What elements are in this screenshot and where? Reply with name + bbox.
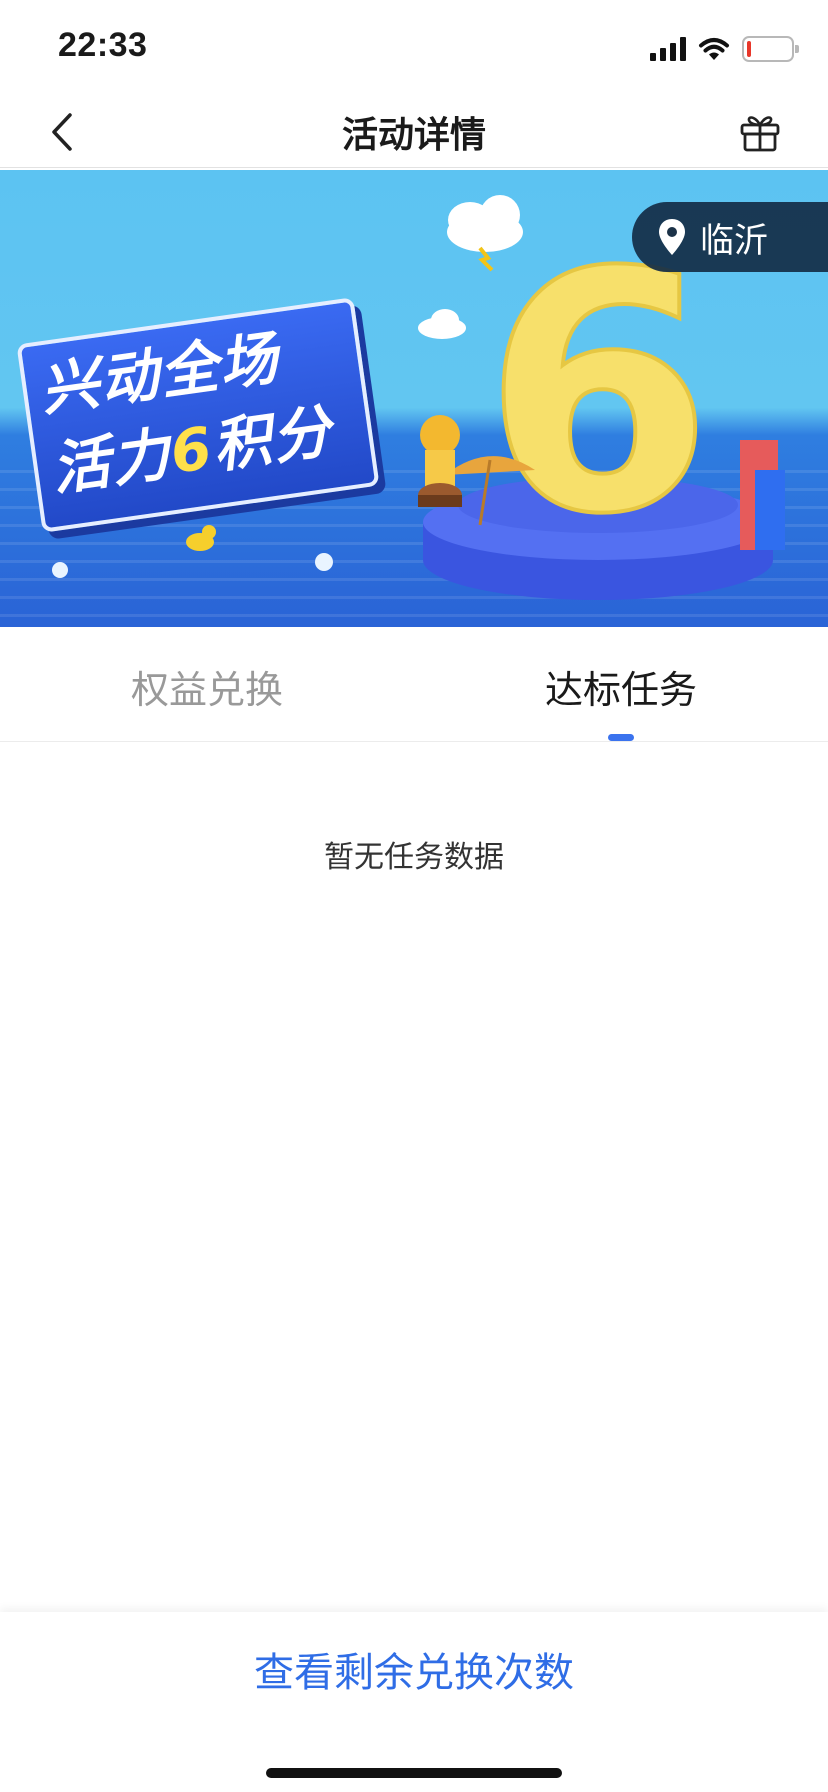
tab-benefits-exchange[interactable]: 权益兑换	[0, 659, 414, 714]
status-time: 22:33	[58, 26, 148, 64]
battery-icon	[742, 36, 799, 62]
cloud-icon	[418, 309, 466, 339]
location-name: 临沂	[700, 220, 768, 261]
empty-state-text: 暂无任务数据	[324, 840, 504, 875]
page-title: 活动详情	[341, 115, 486, 156]
cellular-signal-icon	[650, 37, 686, 61]
status-bar: 22:33	[0, 0, 828, 96]
view-remaining-exchanges-button[interactable]: 查看剩余兑换次数	[0, 1640, 828, 1698]
nav-bar: 活动详情	[0, 96, 828, 168]
home-indicator[interactable]	[266, 1768, 562, 1778]
battery-level	[747, 41, 752, 57]
bottom-bar: 查看剩余兑换次数	[0, 1612, 828, 1792]
location-button[interactable]: 临沂	[632, 202, 828, 272]
gift-icon	[740, 116, 780, 152]
map-pin-icon	[659, 219, 685, 255]
wifi-icon	[699, 38, 729, 60]
active-tab-indicator	[608, 734, 634, 741]
tab-bar: 权益兑换 达标任务	[0, 627, 828, 742]
status-icons	[650, 34, 799, 64]
activity-banner[interactable]: 6 兴动全场 活力6积分 临沂	[0, 170, 828, 627]
tab-target-tasks[interactable]: 达标任务	[414, 659, 828, 714]
gift-button[interactable]	[732, 104, 788, 160]
